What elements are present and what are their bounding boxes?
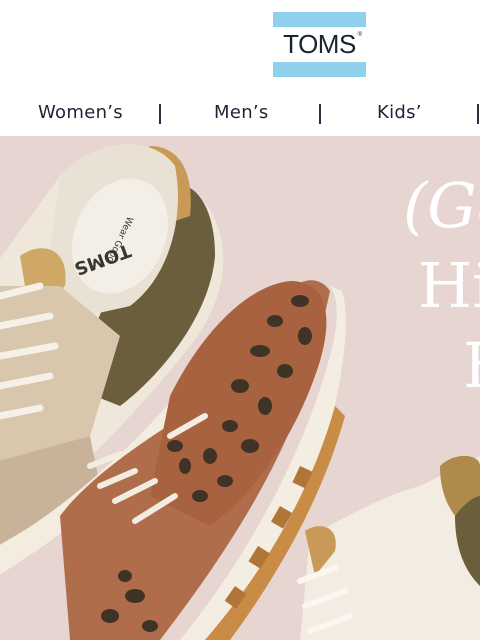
- hero-headline-line-3: F: [463, 326, 480, 406]
- nav-separator: [159, 104, 161, 124]
- nav-item-kids[interactable]: Kids’: [377, 92, 422, 136]
- toms-logo[interactable]: TOMS ®: [273, 12, 366, 77]
- site-header: TOMS ®: [0, 0, 480, 92]
- category-nav: Women’s Men’s Kids’: [0, 92, 480, 136]
- logo-wordmark: TOMS: [283, 29, 356, 59]
- nav-item-mens[interactable]: Men’s: [214, 92, 269, 136]
- nav-separator: [477, 104, 479, 124]
- nav-item-womens[interactable]: Women’s: [38, 92, 123, 136]
- logo-bottom-band: [273, 62, 366, 77]
- nav-separator: [319, 104, 321, 124]
- logo-top-band: [273, 12, 366, 27]
- logo-registered-mark: ®: [357, 32, 362, 38]
- hero-headline-line-1: (Ge: [403, 169, 480, 242]
- hero-headline-line-2: Hi: [418, 249, 480, 322]
- hero-banner[interactable]: TOMS Wear Good (G H: [0, 136, 480, 640]
